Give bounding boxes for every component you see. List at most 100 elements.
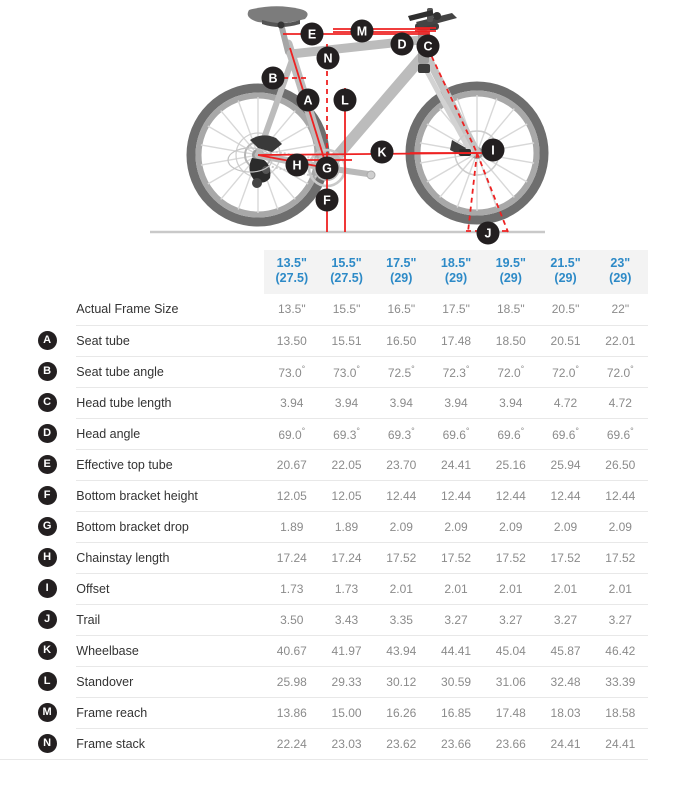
row-label: Seat tube — [76, 324, 265, 356]
row-label: Effective top tube — [76, 448, 265, 480]
row-tail-spacer — [648, 449, 700, 480]
size-header-7: 23" (29) — [592, 250, 648, 294]
row-value-2: 3.43 — [319, 603, 374, 635]
row-value-1: 73.0° — [264, 355, 320, 387]
row-badge-j: J — [37, 610, 57, 629]
row-badge-cell: I — [0, 573, 76, 604]
table-body: Actual Frame Size 13.5" 15.5" 16.5" 17.5" 18.… — [0, 294, 700, 760]
row-badge-l: L — [37, 672, 57, 691]
row-label: Head tube length — [76, 386, 265, 418]
row-badge-cell: D — [0, 418, 76, 449]
svg-text:D: D — [397, 38, 406, 52]
row-value-3: 2.09 — [373, 510, 429, 542]
row-value-1: 25.98 — [264, 665, 320, 697]
size-header-row: 13.5" (27.5) 15.5" (27.5) 17.5" (29) 18.5" (29)… — [0, 250, 700, 294]
row-badge-i: I — [37, 579, 57, 598]
svg-text:J: J — [485, 227, 492, 241]
degree-symbol: ° — [520, 425, 525, 436]
svg-text:B: B — [268, 72, 277, 86]
row-value-3: 12.44 — [373, 479, 429, 511]
geometry-page: ABCDEFGHIJKLMN 13.5" (27.5) 15.5" (27.5) 17.… — [0, 0, 700, 793]
row-value-4: 3.27 — [428, 603, 484, 635]
row-value-7: 26.50 — [592, 448, 648, 480]
row-value-6: 2.09 — [538, 510, 593, 542]
row-badge-cell: C — [0, 387, 76, 418]
row-label: Bottom bracket drop — [76, 510, 265, 542]
row-badge-cell: F — [0, 480, 76, 511]
row-value-6: 17.52 — [538, 541, 593, 573]
row-value-1: 3.94 — [264, 386, 320, 418]
row-tail-spacer — [648, 418, 700, 449]
row-value-4: 72.3° — [428, 355, 484, 387]
row-label: Frame reach — [76, 696, 265, 728]
row-value-3: 16.26 — [373, 696, 429, 728]
row-tail-spacer — [648, 697, 700, 728]
row-value-3: 3.35 — [373, 603, 429, 635]
callout-badge-f: F — [315, 188, 339, 212]
row-value-6: 4.72 — [538, 386, 593, 418]
table-row: M Frame reach 13.86 15.00 16.26 16.85 17.48 18.… — [0, 696, 700, 728]
row-label: Bottom bracket height — [76, 479, 265, 511]
svg-text:G: G — [322, 162, 332, 176]
row-value-1: 13.5" — [277, 302, 306, 317]
row-value-1: 12.05 — [264, 479, 320, 511]
svg-text:M: M — [357, 25, 367, 39]
row-badge-cell: B — [0, 356, 76, 387]
row-value-2: 22.05 — [319, 448, 374, 480]
table-row: N Frame stack 22.24 23.03 23.62 23.66 23.66 24.… — [0, 727, 700, 760]
row-value-5: 17.52 — [483, 541, 539, 573]
row-value-7: 22.01 — [592, 324, 648, 356]
header-spacer-badge — [0, 250, 76, 294]
callout-badge-c: C — [416, 34, 440, 58]
row-value-4: 30.59 — [428, 665, 484, 697]
row-badge-g: G — [37, 517, 57, 536]
size-header-1: 13.5" (27.5) — [264, 250, 320, 294]
row-value-7: 2.01 — [592, 572, 648, 604]
header-spacer-tail — [648, 250, 700, 294]
row-value-3: 23.70 — [373, 448, 429, 480]
svg-text:N: N — [323, 52, 332, 66]
svg-text:E: E — [308, 28, 316, 42]
size-header-2: 15.5" (27.5) — [319, 250, 374, 294]
size-inches: 23" — [610, 256, 631, 270]
row-value-2: 73.0° — [319, 355, 374, 387]
row-value-7: 12.44 — [592, 479, 648, 511]
size-wheel: (29) — [499, 271, 522, 285]
row-value-5: 2.01 — [483, 572, 539, 604]
callout-badge-h: H — [285, 153, 309, 177]
row-value-4: 17.52 — [428, 541, 484, 573]
row-value-4: 17.5" — [442, 302, 470, 317]
bike-geometry-diagram: A B C D E F G H I J K L M N — [0, 0, 700, 248]
callout-badge-j: J — [476, 221, 500, 245]
row-value-6: 24.41 — [538, 727, 593, 760]
callout-badge-n: N — [316, 46, 340, 70]
degree-symbol: ° — [301, 425, 306, 436]
geometry-table: 13.5" (27.5) 15.5" (27.5) 17.5" (29) 18.5" (29)… — [0, 250, 700, 760]
header-spacer-label — [76, 250, 264, 294]
row-value-2: 17.24 — [319, 541, 374, 573]
table-row: H Chainstay length 17.24 17.24 17.52 17.52 17.… — [0, 541, 700, 573]
row-tail-spacer — [648, 294, 700, 325]
row-tail-spacer — [648, 728, 700, 759]
row-value-2: 15.5" — [332, 302, 361, 317]
row-value-5: 25.16 — [483, 448, 539, 480]
row-value-2: 23.03 — [319, 727, 374, 760]
table-row: I Offset 1.73 1.73 2.01 2.01 2.01 2.01 2.01 — [0, 572, 700, 604]
row-value-3: 23.62 — [373, 727, 429, 760]
row-value-6: 72.0° — [538, 355, 593, 387]
callout-badge-i: I — [481, 138, 505, 162]
table-row: J Trail 3.50 3.43 3.35 3.27 3.27 3.27 3.27 — [0, 603, 700, 635]
row-value-4: 44.41 — [428, 634, 484, 666]
callout-badge-e: E — [300, 22, 324, 46]
row-tail-spacer — [648, 387, 700, 418]
row-value-6: 45.87 — [538, 634, 593, 666]
row-value-7: 4.72 — [592, 386, 648, 418]
degree-symbol: ° — [520, 363, 525, 374]
row-value-7: 2.09 — [592, 510, 648, 542]
table-row: B Seat tube angle 73.0° 73.0° 72.5° 72.3° 72.0… — [0, 355, 700, 387]
row-tail-spacer — [648, 325, 700, 356]
row-value-2: 29.33 — [319, 665, 374, 697]
row-value-5: 72.0° — [483, 355, 539, 387]
row-value-6: 20.51 — [538, 324, 593, 356]
row-value-1: 20.67 — [264, 448, 320, 480]
